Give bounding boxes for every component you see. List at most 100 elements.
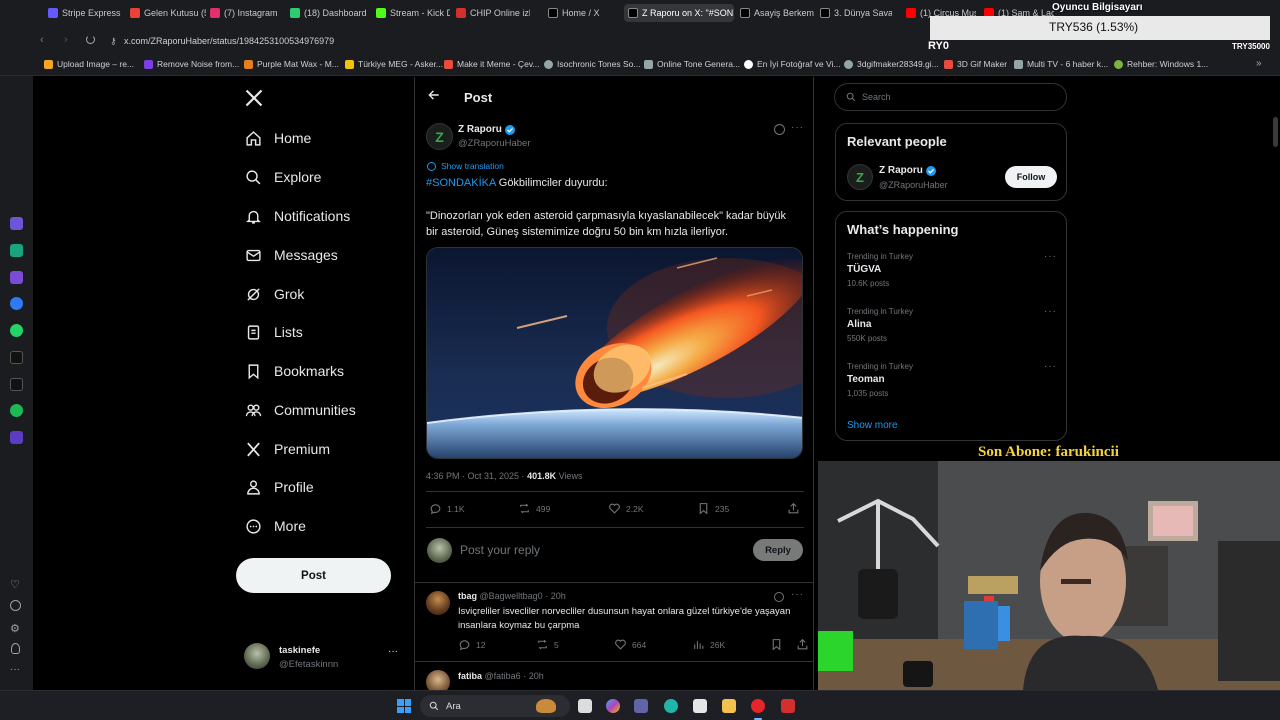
more-icon[interactable]: ··· [1044, 306, 1057, 317]
post-button[interactable]: Post [236, 558, 391, 593]
reply-action[interactable]: 12 [458, 638, 485, 651]
chatgpt-icon[interactable] [10, 244, 23, 257]
nav-grok[interactable]: Grok [244, 282, 304, 306]
reload-icon[interactable] [86, 35, 95, 44]
spotify-icon[interactable] [10, 404, 23, 417]
opera-icon[interactable] [751, 699, 765, 713]
bookmark-item[interactable]: Purple Mat Wax - M... [244, 59, 339, 69]
app-icon[interactable] [781, 699, 795, 713]
reply-author[interactable]: tbag [458, 591, 477, 601]
bookmark-item[interactable]: Online Tone Genera... [644, 59, 740, 69]
more-icon[interactable]: ··· [791, 122, 804, 133]
share-action[interactable] [796, 638, 814, 651]
nav-more[interactable]: More [244, 514, 306, 538]
reply-input[interactable]: Post your reply [460, 543, 540, 557]
account-switcher[interactable]: taskinefe @Efetaskinnn ··· [244, 643, 404, 673]
file-explorer-icon[interactable] [722, 699, 736, 713]
nav-explore[interactable]: Explore [244, 165, 321, 189]
repost-action[interactable]: 5 [536, 638, 559, 651]
bookmark-item[interactable]: Make it Meme - Çev... [444, 59, 540, 69]
nav-premium[interactable]: Premium [244, 437, 330, 461]
reply-button[interactable]: Reply [753, 539, 803, 561]
nav-lists[interactable]: Lists [244, 320, 303, 344]
bookmark-item[interactable]: Upload Image – re... [44, 59, 134, 69]
post-image[interactable] [426, 247, 803, 459]
follow-button[interactable]: Follow [1005, 166, 1057, 188]
history-icon[interactable] [10, 600, 21, 611]
share-action[interactable] [787, 502, 805, 515]
bookmark-item[interactable]: 3D Gif Maker [944, 59, 1007, 69]
person-avatar[interactable]: Z [847, 164, 873, 190]
reply-item[interactable]: tbag @Bagwelltbag0 · 20h ··· Isviçrelile… [415, 583, 813, 661]
nav-profile[interactable]: Profile [244, 475, 314, 499]
back-arrow-icon[interactable] [427, 88, 441, 102]
teams-icon[interactable] [634, 699, 648, 713]
store-icon[interactable] [693, 699, 707, 713]
trend-item[interactable]: Trending in Turkey TÜGVA 10.6K posts [847, 252, 913, 288]
tab-asayis[interactable]: Asayiş Berkemal [736, 4, 814, 22]
whatsapp-icon[interactable] [10, 324, 23, 337]
x-icon[interactable] [10, 378, 23, 391]
bookmark-item[interactable]: Isochronic Tones So... [544, 59, 640, 69]
scrollbar[interactable] [1273, 117, 1278, 147]
windows-start-icon[interactable] [397, 699, 411, 713]
bookmark-item[interactable]: 3dgifmaker28349.gi... [844, 59, 939, 69]
chevron-right-icon[interactable]: » [1256, 58, 1262, 69]
more-icon[interactable]: ··· [388, 646, 398, 657]
tab-home-x[interactable]: Home / X [544, 4, 622, 22]
bookmark-item[interactable]: Rehber: Windows 1... [1114, 59, 1208, 69]
tab-stripe[interactable]: Stripe Express [44, 4, 124, 22]
reply-action[interactable]: 1.1K [429, 502, 465, 515]
grok-icon[interactable] [774, 592, 784, 602]
bookmark-action[interactable]: 235 [697, 502, 729, 515]
settings-icon[interactable]: ⚙ [10, 622, 20, 635]
like-action[interactable]: 664 [614, 638, 646, 651]
tab-z-raporu[interactable]: Z Raporu on X: "#SONDA [624, 4, 734, 22]
back-icon[interactable]: ‹ [40, 34, 44, 46]
more-icon[interactable]: ··· [1044, 251, 1057, 262]
messenger-icon[interactable] [10, 297, 23, 310]
copilot-icon[interactable] [606, 699, 620, 713]
more-icon[interactable]: ··· [1044, 361, 1057, 372]
tab-gmail[interactable]: Gelen Kutusu (51 [126, 4, 206, 22]
bulb-icon[interactable] [11, 643, 20, 654]
nav-home[interactable]: Home [244, 126, 311, 150]
show-more-link[interactable]: Show more [847, 420, 898, 431]
aria-icon[interactable] [10, 217, 23, 230]
show-translation-link[interactable]: Show translation [427, 161, 504, 171]
author-name[interactable]: Z Raporu [458, 124, 515, 135]
tab-kick[interactable]: Stream - Kick Da [372, 4, 450, 22]
tab-dashboard[interactable]: (18) Dashboard / [286, 4, 366, 22]
bookmark-item[interactable]: En İyi Fotoğraf ve Vi... [744, 59, 840, 69]
more-icon[interactable]: ··· [791, 589, 804, 600]
edge-icon[interactable] [664, 699, 678, 713]
author-avatar[interactable]: Z [426, 123, 453, 150]
player-icon[interactable] [10, 431, 23, 444]
bookmark-item[interactable]: Remove Noise from... [144, 59, 239, 69]
repost-action[interactable]: 499 [518, 502, 550, 515]
reply-item[interactable]: fatiba @fatiba6 · 20h [415, 662, 813, 690]
bookmark-item[interactable]: Multi TV - 6 haber k... [1014, 59, 1108, 69]
views-action[interactable]: 26K [692, 638, 725, 651]
nav-communities[interactable]: Communities [244, 398, 356, 422]
like-action[interactable]: 2.2K [608, 502, 644, 515]
taskbar-search[interactable]: Ara [420, 695, 570, 717]
tab-dunya[interactable]: 3. Dünya Savaşı [816, 4, 892, 22]
heart-icon[interactable]: ♡ [10, 578, 20, 591]
grok-icon[interactable] [774, 124, 785, 135]
search-input[interactable]: Search [834, 83, 1067, 111]
tab-instagram[interactable]: (7) Instagram [206, 4, 284, 22]
nav-bookmarks[interactable]: Bookmarks [244, 359, 344, 383]
more-icon[interactable]: ··· [10, 664, 20, 675]
app-icon[interactable] [10, 271, 23, 284]
site-info-icon[interactable]: ⚷ [110, 33, 117, 50]
nav-messages[interactable]: Messages [244, 243, 338, 267]
reply-author[interactable]: fatiba [458, 671, 482, 681]
trend-item[interactable]: Trending in Turkey Alina 550K posts [847, 307, 913, 343]
hashtag-link[interactable]: #SONDAKİKA [426, 177, 496, 189]
nav-notifications[interactable]: Notifications [244, 204, 350, 228]
tiktok-icon[interactable] [10, 351, 23, 364]
url-field[interactable]: ⚷ x.com/ZRaporuHaber/status/198425310053… [104, 33, 924, 50]
trend-item[interactable]: Trending in Turkey Teoman 1,035 posts [847, 362, 913, 398]
x-logo-icon[interactable] [244, 88, 264, 108]
